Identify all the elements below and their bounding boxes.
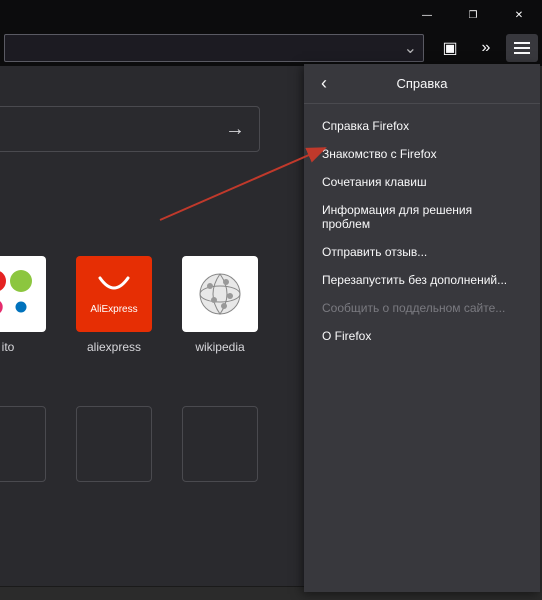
search-go-icon[interactable]: → [225, 118, 245, 141]
avito-tile-icon [0, 256, 46, 332]
url-bar[interactable]: ⌄ [4, 34, 424, 62]
empty-tile[interactable] [76, 406, 152, 482]
top-sites-row-2 [0, 406, 258, 482]
chevron-left-icon: ‹ [321, 73, 327, 94]
pocket-icon: ▣ [442, 38, 457, 58]
menu-items: Справка Firefox Знакомство с Firefox Соч… [304, 104, 540, 358]
top-site-wikipedia[interactable]: wikipedia [182, 256, 258, 354]
top-site-aliexpress[interactable]: AliExpress aliexpress [76, 256, 152, 354]
aliexpress-smile-icon [96, 274, 132, 300]
aliexpress-tile-icon: AliExpress [76, 256, 152, 332]
tile-label: aliexpress [87, 340, 141, 354]
help-menu-panel: ‹ Справка Справка Firefox Знакомство с F… [304, 64, 540, 592]
menu-item-troubleshooting[interactable]: Информация для решения проблем [304, 196, 540, 238]
app-menu-button[interactable] [506, 34, 538, 62]
top-sites-row: ito AliExpress aliexpress [0, 256, 258, 354]
browser-toolbar: ⌄ ▣ » [0, 30, 542, 66]
window-titlebar: — ❐ ✕ [0, 0, 542, 30]
menu-header: ‹ Справка [304, 64, 540, 104]
menu-item-report-site: Сообщить о поддельном сайте... [304, 294, 540, 322]
page-action-button[interactable]: ▣ [434, 34, 466, 62]
overflow-icon: » [482, 39, 491, 57]
close-icon: ✕ [515, 10, 523, 21]
chevron-down-icon[interactable]: ⌄ [404, 38, 417, 58]
tile-label: ito [2, 340, 15, 354]
wikipedia-tile-icon [182, 256, 258, 332]
menu-item-feedback[interactable]: Отправить отзыв... [304, 238, 540, 266]
menu-item-restart-noaddons[interactable]: Перезапустить без дополнений... [304, 266, 540, 294]
wikipedia-globe-icon [196, 270, 244, 318]
menu-item-about[interactable]: О Firefox [304, 322, 540, 350]
minimize-button[interactable]: — [404, 0, 450, 30]
overflow-button[interactable]: » [470, 34, 502, 62]
menu-back-button[interactable]: ‹ [304, 64, 344, 103]
top-site-avito[interactable]: ito [0, 256, 46, 354]
hamburger-icon [514, 41, 530, 55]
maximize-icon: ❐ [469, 10, 478, 21]
tile-label: wikipedia [195, 340, 244, 354]
empty-tile[interactable] [0, 406, 46, 482]
search-box[interactable]: → [0, 106, 260, 152]
aliexpress-text: AliExpress [90, 304, 137, 315]
menu-item-help[interactable]: Справка Firefox [304, 112, 540, 140]
maximize-button[interactable]: ❐ [450, 0, 496, 30]
menu-item-tour[interactable]: Знакомство с Firefox [304, 140, 540, 168]
close-button[interactable]: ✕ [496, 0, 542, 30]
menu-item-shortcuts[interactable]: Сочетания клавиш [304, 168, 540, 196]
empty-tile[interactable] [182, 406, 258, 482]
minimize-icon: — [422, 10, 432, 21]
